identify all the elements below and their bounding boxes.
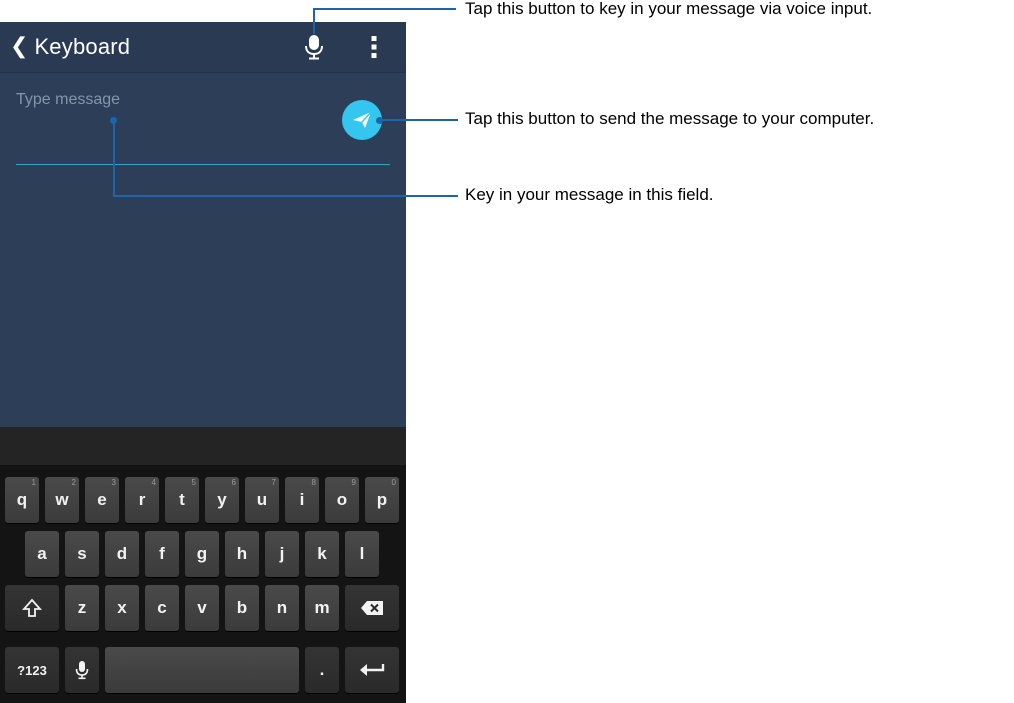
phone-screen: ❮ Keyboard q bbox=[0, 22, 406, 703]
message-input-underline bbox=[16, 164, 390, 165]
on-screen-keyboard: q1 w2 e3 r4 t5 y6 u7 i8 o9 p0 a s d f g … bbox=[0, 427, 406, 703]
callout-voice-connector bbox=[313, 8, 315, 34]
key-y[interactable]: y6 bbox=[205, 477, 239, 523]
symbols-key[interactable]: ?123 bbox=[5, 647, 59, 693]
callout-field-connector bbox=[113, 120, 115, 196]
enter-key[interactable] bbox=[345, 647, 399, 693]
app-bar: ❮ Keyboard bbox=[0, 22, 406, 73]
key-z[interactable]: z bbox=[65, 585, 99, 631]
backspace-key[interactable] bbox=[345, 585, 399, 631]
key-r[interactable]: r4 bbox=[125, 477, 159, 523]
microphone-icon bbox=[305, 35, 323, 60]
overflow-menu-button[interactable] bbox=[368, 34, 380, 60]
callout-send-leader bbox=[380, 119, 458, 121]
key-k[interactable]: k bbox=[305, 531, 339, 577]
key-u[interactable]: u7 bbox=[245, 477, 279, 523]
key-t[interactable]: t5 bbox=[165, 477, 199, 523]
message-input[interactable] bbox=[16, 88, 334, 112]
key-s[interactable]: s bbox=[65, 531, 99, 577]
key-x[interactable]: x bbox=[105, 585, 139, 631]
key-q[interactable]: q1 bbox=[5, 477, 39, 523]
key-w[interactable]: w2 bbox=[45, 477, 79, 523]
key-j[interactable]: j bbox=[265, 531, 299, 577]
key-i[interactable]: i8 bbox=[285, 477, 319, 523]
page-title: Keyboard bbox=[34, 34, 131, 59]
send-icon bbox=[353, 111, 372, 128]
period-key[interactable]: . bbox=[305, 647, 339, 693]
enter-icon bbox=[360, 664, 385, 676]
voice-input-button[interactable] bbox=[302, 34, 326, 60]
key-e[interactable]: e3 bbox=[85, 477, 119, 523]
key-b[interactable]: b bbox=[225, 585, 259, 631]
keyboard-suggestion-bar bbox=[0, 427, 406, 465]
key-c[interactable]: c bbox=[145, 585, 179, 631]
key-d[interactable]: d bbox=[105, 531, 139, 577]
callout-field-text: Key in your message in this field. bbox=[465, 185, 714, 204]
space-bar[interactable] bbox=[105, 647, 299, 693]
key-p[interactable]: p0 bbox=[365, 477, 399, 523]
backspace-icon bbox=[361, 601, 383, 615]
more-vertical-icon bbox=[371, 36, 377, 58]
callout-voice-leader bbox=[313, 8, 456, 10]
callout-field-leader bbox=[113, 195, 458, 197]
key-n[interactable]: n bbox=[265, 585, 299, 631]
key-h[interactable]: h bbox=[225, 531, 259, 577]
key-l[interactable]: l bbox=[345, 531, 379, 577]
shift-key[interactable] bbox=[5, 585, 59, 631]
callout-voice-text: Tap this button to key in your message v… bbox=[465, 0, 873, 18]
shift-icon bbox=[22, 598, 42, 617]
key-o[interactable]: o9 bbox=[325, 477, 359, 523]
microphone-icon bbox=[75, 661, 89, 680]
key-f[interactable]: f bbox=[145, 531, 179, 577]
voice-input-key[interactable] bbox=[65, 647, 99, 693]
key-g[interactable]: g bbox=[185, 531, 219, 577]
chevron-left-icon: ❮ bbox=[10, 34, 29, 59]
key-m[interactable]: m bbox=[305, 585, 339, 631]
callout-send-text: Tap this button to send the message to y… bbox=[465, 109, 875, 128]
back-button[interactable]: ❮ Keyboard bbox=[10, 31, 130, 63]
key-v[interactable]: v bbox=[185, 585, 219, 631]
key-a[interactable]: a bbox=[25, 531, 59, 577]
